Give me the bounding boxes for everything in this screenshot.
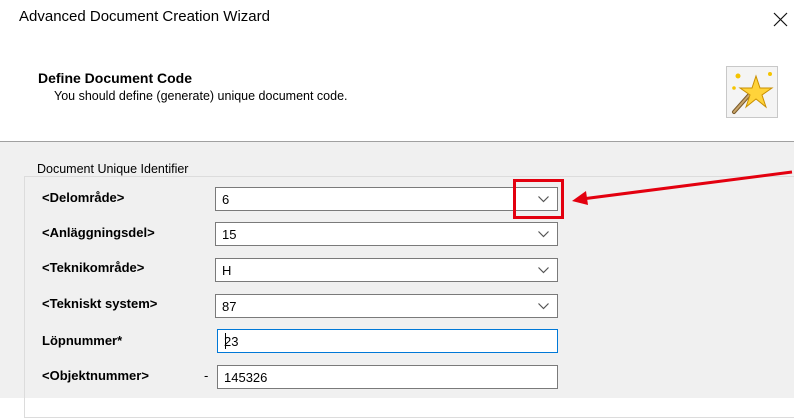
tekniskt-system-label: <Tekniskt system> [42, 296, 158, 311]
annotation-highlight-box [513, 179, 564, 219]
anlaggningsdel-label: <Anläggningsdel> [42, 225, 155, 240]
annotation-arrow [572, 170, 793, 205]
anlaggningsdel-value: 15 [222, 227, 237, 242]
lopnummer-value: 23 [224, 334, 239, 349]
teknikomrade-label: <Teknikområde> [42, 260, 145, 275]
objektnummer-value: 145326 [224, 370, 268, 385]
chevron-down-icon[interactable] [538, 303, 549, 310]
lopnummer-input[interactable]: 23 [217, 329, 558, 353]
delomrade-value: 6 [222, 192, 230, 207]
chevron-down-icon[interactable] [538, 231, 549, 238]
teknikomrade-value: H [222, 263, 232, 278]
window-title: Advanced Document Creation Wizard [19, 8, 270, 25]
objektnummer-prefix: - [204, 368, 209, 383]
groupbox-legend: Document Unique Identifier [34, 162, 192, 176]
objektnummer-label: <Objektnummer> [42, 368, 149, 383]
chevron-down-icon[interactable] [538, 267, 549, 274]
wizard-window: Advanced Document Creation Wizard Define… [0, 0, 794, 418]
delomrade-dropdown[interactable]: 6 [215, 187, 558, 211]
page-title: Define Document Code [38, 70, 193, 86]
title-bar: Advanced Document Creation Wizard [0, 0, 794, 40]
close-button[interactable] [766, 6, 794, 34]
page-subtitle: You should define (generate) unique docu… [54, 89, 348, 103]
teknikomrade-dropdown[interactable]: H [215, 258, 558, 282]
wizard-header: Define Document Code You should define (… [0, 40, 794, 142]
tekniskt-system-value: 87 [222, 299, 237, 314]
delomrade-label: <Delområde> [42, 190, 125, 205]
anlaggningsdel-dropdown[interactable]: 15 [215, 222, 558, 246]
close-icon [773, 12, 788, 27]
wizard-star-icon [726, 66, 778, 118]
lopnummer-label: Löpnummer* [42, 333, 123, 348]
tekniskt-system-dropdown[interactable]: 87 [215, 294, 558, 318]
objektnummer-input[interactable]: 145326 [217, 365, 558, 389]
